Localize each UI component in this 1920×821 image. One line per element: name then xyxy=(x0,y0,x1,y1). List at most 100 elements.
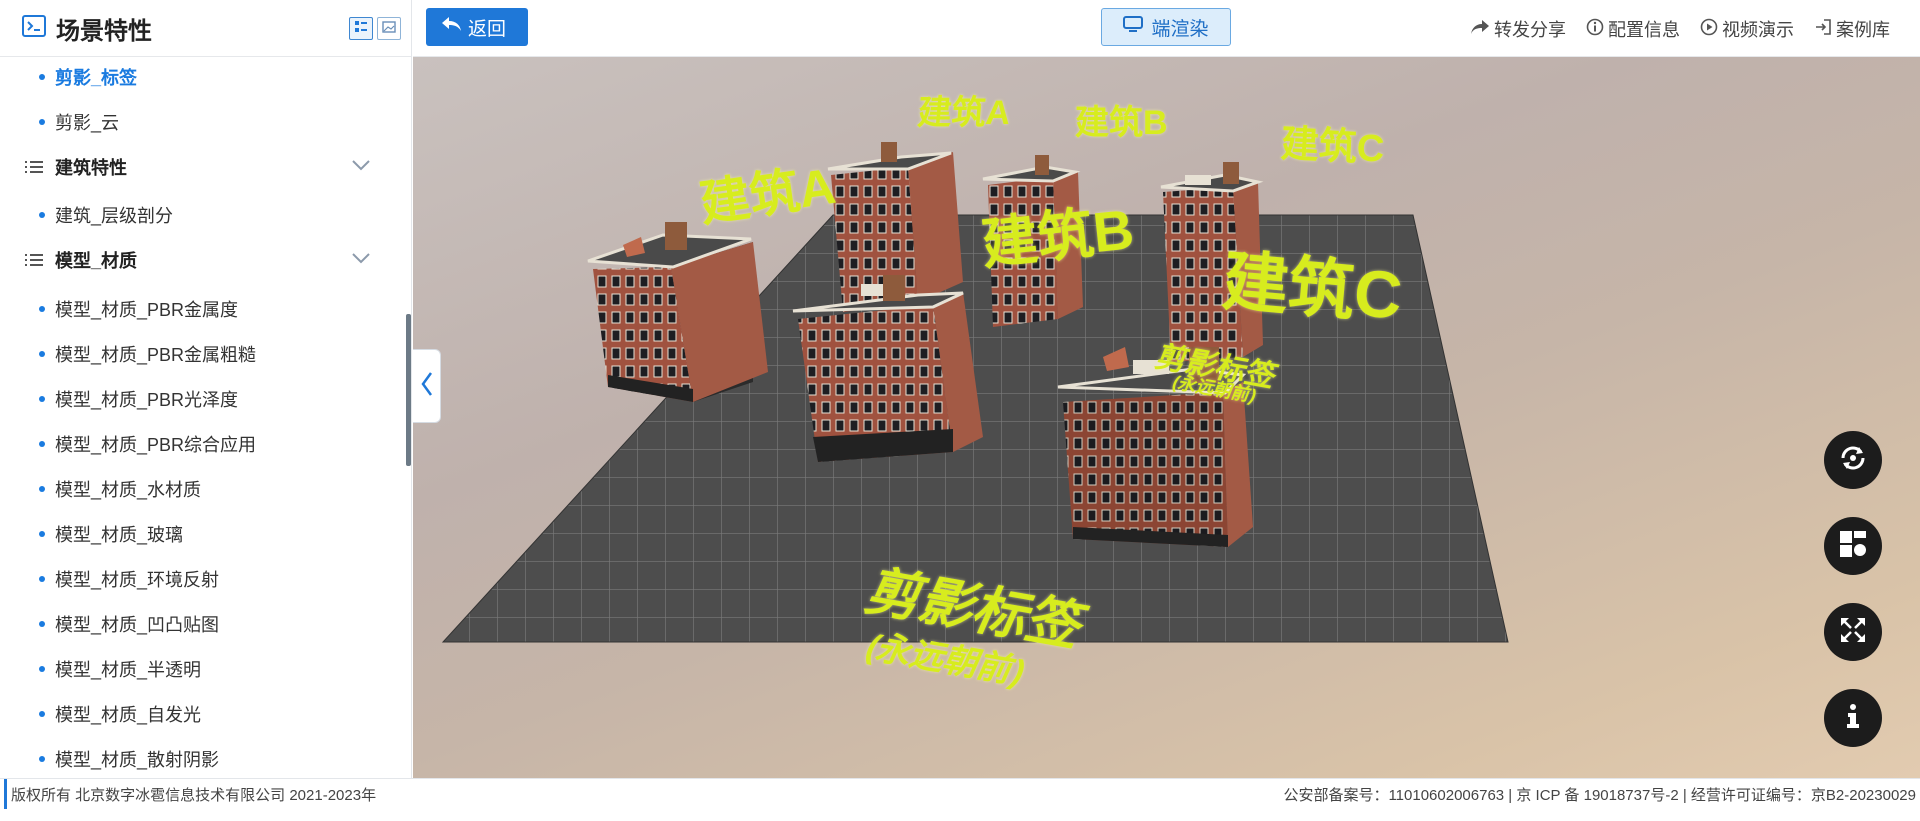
bullet-dot xyxy=(39,666,45,672)
viewport-tools xyxy=(1824,431,1882,747)
sidebar-item-label: 模型_材质_凹凸贴图 xyxy=(55,615,220,635)
chevron-down-icon xyxy=(351,158,371,177)
case-library-link[interactable]: 案例库 xyxy=(1814,16,1890,42)
sidebar-item-label: 模型_材质_散射阴影 xyxy=(55,750,220,770)
label-b-large: 建筑B xyxy=(978,197,1137,276)
sidebar-item-label: 模型_材质_PBR光泽度 xyxy=(55,390,239,410)
sidebar-item-silhouette-label[interactable]: 剪影_标签 xyxy=(0,62,399,92)
sidebar-header: 场景特性 xyxy=(0,0,411,57)
case-library-label: 案例库 xyxy=(1836,20,1890,40)
label-c-large: 建筑C xyxy=(1219,243,1406,333)
rotate-tool-button[interactable] xyxy=(1824,431,1882,489)
back-button[interactable]: 返回 xyxy=(426,8,528,46)
sidebar-item-material[interactable]: 模型_材质_凹凸贴图 xyxy=(0,609,399,639)
sidebar-item-material[interactable]: 模型_材质_PBR综合应用 xyxy=(0,429,399,459)
sidebar-item-label: 模型_材质_水材质 xyxy=(55,480,202,500)
layout-tool-button[interactable] xyxy=(1824,517,1882,575)
config-info-link[interactable]: 配置信息 xyxy=(1586,16,1680,42)
list-icon xyxy=(24,252,44,273)
sidebar-item-label: 模型_材质_PBR综合应用 xyxy=(55,435,257,455)
sidebar-item-material[interactable]: 模型_材质_水材质 xyxy=(0,474,399,504)
sidebar-item-label: 剪影_标签 xyxy=(55,68,138,88)
back-arrow-icon xyxy=(440,15,462,39)
chevron-down-icon xyxy=(351,251,371,270)
grid-layout-icon xyxy=(1838,529,1868,564)
share-icon xyxy=(1470,19,1490,40)
label-b-small: 建筑B xyxy=(1075,104,1168,142)
label-a-small: 建筑A xyxy=(916,94,1012,132)
3d-viewport[interactable]: 建筑A 建筑B 建筑C 建筑A 建筑B 建筑C 剪影标签 (永远朝前) 剪影标签… xyxy=(413,57,1920,778)
sidebar-item-material[interactable]: 模型_材质_玻璃 xyxy=(0,519,399,549)
sidebar-item-label: 模型_材质_环境反射 xyxy=(55,570,220,590)
sidebar-group-label: 模型_材质 xyxy=(55,251,138,271)
back-button-label: 返回 xyxy=(468,18,507,40)
sidebar-group-label: 建筑特性 xyxy=(55,158,127,178)
info-tool-button[interactable] xyxy=(1824,689,1882,747)
sidebar-item-label: 模型_材质_半透明 xyxy=(55,660,202,680)
sidebar-item-label: 模型_材质_PBR金属粗糙 xyxy=(55,345,257,365)
info-icon xyxy=(1838,701,1868,736)
sidebar-item-material[interactable]: 模型_材质_PBR金属度 xyxy=(0,294,399,324)
bullet-dot xyxy=(39,119,45,125)
sidebar-item-silhouette-cloud[interactable]: 剪影_云 xyxy=(0,107,399,137)
render-mode-label: 端渲染 xyxy=(1151,18,1209,40)
chevron-left-icon xyxy=(420,371,434,402)
bullet-dot xyxy=(39,351,45,357)
bullet-dot xyxy=(39,396,45,402)
render-mode-button[interactable]: 端渲染 xyxy=(1101,8,1231,46)
sidebar-item-material[interactable]: 模型_材质_PBR光泽度 xyxy=(0,384,399,414)
sidebar-scrollbar[interactable] xyxy=(406,314,411,466)
sidebar-list: 剪影_标签 剪影_云 建筑特性 建筑_层级剖分 模型_材质 模型_材质_PBR金… xyxy=(0,57,411,778)
building-a xyxy=(587,222,768,402)
fullscreen-icon xyxy=(1838,615,1868,650)
bullet-dot xyxy=(39,576,45,582)
sidebar-group-material[interactable]: 模型_材质 xyxy=(0,243,399,277)
view-toggles xyxy=(349,17,401,40)
share-link[interactable]: 转发分享 xyxy=(1470,16,1566,42)
copyright-text: 版权所有 北京数字冰雹信息技术有限公司 2021-2023年 xyxy=(4,779,376,809)
sidebar-item-material[interactable]: 模型_材质_环境反射 xyxy=(0,564,399,594)
bullet-dot xyxy=(39,531,45,537)
image-view-icon xyxy=(382,20,396,38)
terminal-icon xyxy=(22,14,46,42)
config-info-label: 配置信息 xyxy=(1608,20,1680,40)
list-view-icon xyxy=(354,20,368,38)
video-demo-link[interactable]: 视频演示 xyxy=(1700,16,1794,42)
play-circle-icon xyxy=(1700,18,1718,41)
sidebar-item-label: 模型_材质_自发光 xyxy=(55,705,202,725)
sidebar-item-material[interactable]: 模型_材质_半透明 xyxy=(0,654,399,684)
list-icon xyxy=(24,159,44,180)
sidebar: 场景特性 剪影_标签 剪影_云 建筑特性 建筑_层级剖分 模型_材质 模型_材质… xyxy=(0,0,412,778)
rotate-icon xyxy=(1837,442,1869,479)
sidebar-item-material[interactable]: 模型_材质_散射阴影 xyxy=(0,744,399,774)
sidebar-group-building[interactable]: 建筑特性 xyxy=(0,150,399,184)
sidebar-item-label: 剪影_云 xyxy=(55,113,120,133)
image-view-toggle[interactable] xyxy=(377,17,401,40)
monitor-icon xyxy=(1123,15,1144,39)
sidebar-title: 场景特性 xyxy=(56,17,152,45)
bullet-dot xyxy=(39,756,45,762)
bullet-dot xyxy=(39,306,45,312)
sidebar-item-material[interactable]: 模型_材质_PBR金属粗糙 xyxy=(0,339,399,369)
registration-text: 公安部备案号：11010602006763 | 京 ICP 备 19018737… xyxy=(1283,786,1916,804)
scene-canvas xyxy=(441,142,1509,643)
label-c-small: 建筑C xyxy=(1279,123,1386,171)
sidebar-item-building-layers[interactable]: 建筑_层级剖分 xyxy=(0,200,399,230)
login-icon xyxy=(1814,18,1832,41)
list-view-toggle[interactable] xyxy=(349,17,373,40)
fullscreen-tool-button[interactable] xyxy=(1824,603,1882,661)
bullet-dot xyxy=(39,441,45,447)
bullet-dot xyxy=(39,74,45,80)
top-links: 转发分享 配置信息 视频演示 案例库 xyxy=(1470,16,1890,42)
sidebar-item-label: 模型_材质_PBR金属度 xyxy=(55,300,239,320)
sidebar-item-material[interactable]: 模型_材质_自发光 xyxy=(0,699,399,729)
bullet-dot xyxy=(39,212,45,218)
bullet-dot xyxy=(39,711,45,717)
sidebar-item-label: 模型_材质_玻璃 xyxy=(55,525,184,545)
sidebar-item-label: 建筑_层级剖分 xyxy=(55,206,174,226)
top-toolbar: 返回 端渲染 转发分享 配置信息 视频演示 案例库 xyxy=(413,0,1920,57)
video-demo-label: 视频演示 xyxy=(1722,20,1794,40)
collapse-sidebar-button[interactable] xyxy=(413,349,441,423)
bullet-dot xyxy=(39,621,45,627)
footer: 版权所有 北京数字冰雹信息技术有限公司 2021-2023年 公安部备案号：11… xyxy=(0,778,1920,821)
